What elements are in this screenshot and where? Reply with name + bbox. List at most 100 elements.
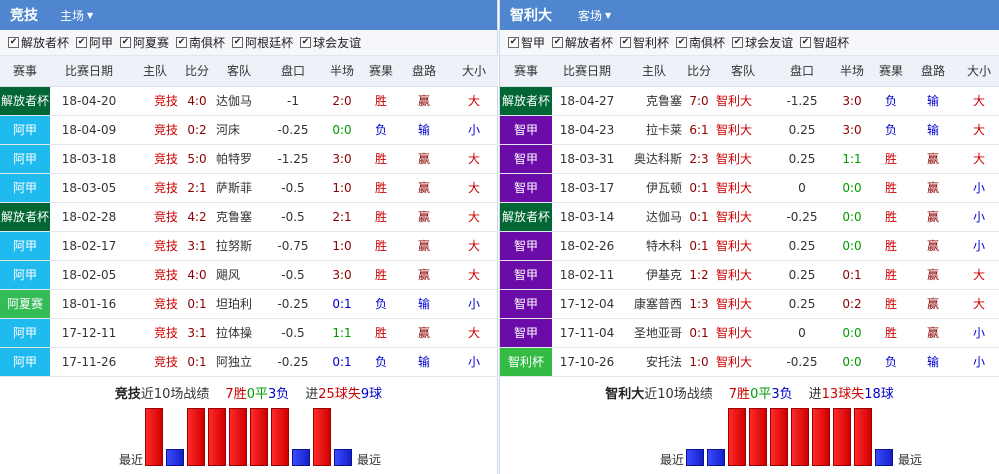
away-team[interactable]: 智利大 bbox=[712, 318, 774, 348]
league-filter-5[interactable]: ✔ 智超杯 bbox=[800, 34, 849, 51]
league-badge[interactable]: 智甲 bbox=[500, 289, 552, 319]
match-score[interactable]: 0:1 bbox=[182, 289, 212, 319]
match-score[interactable]: 4:0 bbox=[182, 86, 212, 116]
match-score[interactable]: 0:2 bbox=[182, 115, 212, 145]
home-team[interactable]: 拉卡莱 bbox=[622, 115, 686, 145]
league-badge[interactable]: 阿甲 bbox=[0, 318, 50, 348]
league-filter-5[interactable]: ✔ 球会友谊 bbox=[300, 34, 361, 51]
home-team[interactable]: 特木科 bbox=[622, 231, 686, 261]
away-team[interactable]: 克鲁塞 bbox=[212, 202, 266, 232]
league-filter-0[interactable]: ✔ 解放者杯 bbox=[8, 34, 69, 51]
home-team[interactable]: 竞技 bbox=[128, 144, 182, 174]
venue-dropdown[interactable]: 主场 ▼ bbox=[60, 7, 93, 24]
home-team[interactable]: 竞技 bbox=[128, 231, 182, 261]
match-score[interactable]: 0:1 bbox=[686, 231, 712, 261]
checkbox[interactable]: ✔ bbox=[176, 37, 188, 48]
match-score[interactable]: 1:0 bbox=[686, 347, 712, 377]
checkbox[interactable]: ✔ bbox=[300, 37, 312, 48]
checkbox[interactable]: ✔ bbox=[508, 37, 519, 48]
match-score[interactable]: 3:1 bbox=[182, 231, 212, 261]
league-badge[interactable]: 阿甲 bbox=[0, 347, 50, 377]
match-score[interactable]: 0:1 bbox=[686, 318, 712, 348]
away-team[interactable]: 智利大 bbox=[712, 260, 774, 290]
away-team[interactable]: 智利大 bbox=[712, 86, 774, 116]
league-filter-0[interactable]: ✔ 智甲 bbox=[508, 34, 545, 51]
away-team[interactable]: 拉体操 bbox=[212, 318, 266, 348]
match-score[interactable]: 4:0 bbox=[182, 260, 212, 290]
checkbox[interactable]: ✔ bbox=[620, 37, 632, 48]
home-team[interactable]: 竞技 bbox=[128, 86, 182, 116]
away-team[interactable]: 拉努斯 bbox=[212, 231, 266, 261]
home-team[interactable]: 克鲁塞 bbox=[622, 86, 686, 116]
match-score[interactable]: 3:1 bbox=[182, 318, 212, 348]
away-team[interactable]: 达伽马 bbox=[212, 86, 266, 116]
match-score[interactable]: 0:1 bbox=[686, 173, 712, 203]
away-team[interactable]: 智利大 bbox=[712, 144, 774, 174]
home-team[interactable]: 竞技 bbox=[128, 318, 182, 348]
league-badge[interactable]: 解放者杯 bbox=[500, 86, 552, 116]
checkbox[interactable]: ✔ bbox=[732, 37, 744, 48]
match-score[interactable]: 2:3 bbox=[686, 144, 712, 174]
away-team[interactable]: 智利大 bbox=[712, 289, 774, 319]
league-badge[interactable]: 阿甲 bbox=[0, 115, 50, 145]
checkbox[interactable]: ✔ bbox=[232, 37, 244, 48]
league-badge[interactable]: 解放者杯 bbox=[0, 202, 50, 232]
away-team[interactable]: 智利大 bbox=[712, 347, 774, 377]
home-team[interactable]: 竞技 bbox=[128, 347, 182, 377]
league-filter-4[interactable]: ✔ 球会友谊 bbox=[732, 34, 793, 51]
league-badge[interactable]: 智甲 bbox=[500, 144, 552, 174]
match-score[interactable]: 4:2 bbox=[182, 202, 212, 232]
league-filter-3[interactable]: ✔ 南俱杯 bbox=[676, 34, 725, 51]
home-team[interactable]: 竞技 bbox=[128, 260, 182, 290]
league-filter-4[interactable]: ✔ 阿根廷杯 bbox=[232, 34, 293, 51]
match-score[interactable]: 0:1 bbox=[686, 202, 712, 232]
home-team[interactable]: 竞技 bbox=[128, 202, 182, 232]
home-team[interactable]: 伊瓦顿 bbox=[622, 173, 686, 203]
league-badge[interactable]: 解放者杯 bbox=[0, 86, 50, 116]
home-team[interactable]: 安托法 bbox=[622, 347, 686, 377]
away-team[interactable]: 飓风 bbox=[212, 260, 266, 290]
checkbox[interactable]: ✔ bbox=[800, 37, 812, 48]
match-score[interactable]: 2:1 bbox=[182, 173, 212, 203]
league-badge[interactable]: 解放者杯 bbox=[500, 202, 552, 232]
home-team[interactable]: 竞技 bbox=[128, 173, 182, 203]
match-score[interactable]: 0:1 bbox=[182, 347, 212, 377]
league-badge[interactable]: 智甲 bbox=[500, 115, 552, 145]
league-badge[interactable]: 智甲 bbox=[500, 173, 552, 203]
league-badge[interactable]: 智甲 bbox=[500, 260, 552, 290]
away-team[interactable]: 智利大 bbox=[712, 231, 774, 261]
venue-dropdown[interactable]: 客场 ▼ bbox=[578, 7, 611, 24]
checkbox[interactable]: ✔ bbox=[676, 37, 688, 48]
home-team[interactable]: 竞技 bbox=[128, 115, 182, 145]
league-badge[interactable]: 智甲 bbox=[500, 318, 552, 348]
checkbox[interactable]: ✔ bbox=[120, 37, 132, 48]
home-team[interactable]: 奥达科斯 bbox=[622, 144, 686, 174]
away-team[interactable]: 智利大 bbox=[712, 202, 774, 232]
match-score[interactable]: 1:3 bbox=[686, 289, 712, 319]
league-filter-1[interactable]: ✔ 阿甲 bbox=[76, 34, 113, 51]
away-team[interactable]: 河床 bbox=[212, 115, 266, 145]
league-badge[interactable]: 阿甲 bbox=[0, 260, 50, 290]
away-team[interactable]: 智利大 bbox=[712, 115, 774, 145]
league-badge[interactable]: 智甲 bbox=[500, 231, 552, 261]
away-team[interactable]: 智利大 bbox=[712, 173, 774, 203]
league-filter-1[interactable]: ✔ 解放者杯 bbox=[552, 34, 613, 51]
home-team[interactable]: 康塞普西 bbox=[622, 289, 686, 319]
away-team[interactable]: 阿独立 bbox=[212, 347, 266, 377]
league-badge[interactable]: 阿夏赛 bbox=[0, 289, 50, 319]
match-score[interactable]: 6:1 bbox=[686, 115, 712, 145]
league-badge[interactable]: 智利杯 bbox=[500, 347, 552, 377]
league-filter-2[interactable]: ✔ 智利杯 bbox=[620, 34, 669, 51]
away-team[interactable]: 帕特罗 bbox=[212, 144, 266, 174]
match-score[interactable]: 1:2 bbox=[686, 260, 712, 290]
match-score[interactable]: 7:0 bbox=[686, 86, 712, 116]
checkbox[interactable]: ✔ bbox=[76, 37, 88, 48]
home-team[interactable]: 伊基克 bbox=[622, 260, 686, 290]
checkbox[interactable]: ✔ bbox=[8, 37, 19, 48]
league-badge[interactable]: 阿甲 bbox=[0, 173, 50, 203]
home-team[interactable]: 达伽马 bbox=[622, 202, 686, 232]
away-team[interactable]: 坦珀利 bbox=[212, 289, 266, 319]
checkbox[interactable]: ✔ bbox=[552, 37, 564, 48]
away-team[interactable]: 萨斯菲 bbox=[212, 173, 266, 203]
league-filter-2[interactable]: ✔ 阿夏赛 bbox=[120, 34, 169, 51]
